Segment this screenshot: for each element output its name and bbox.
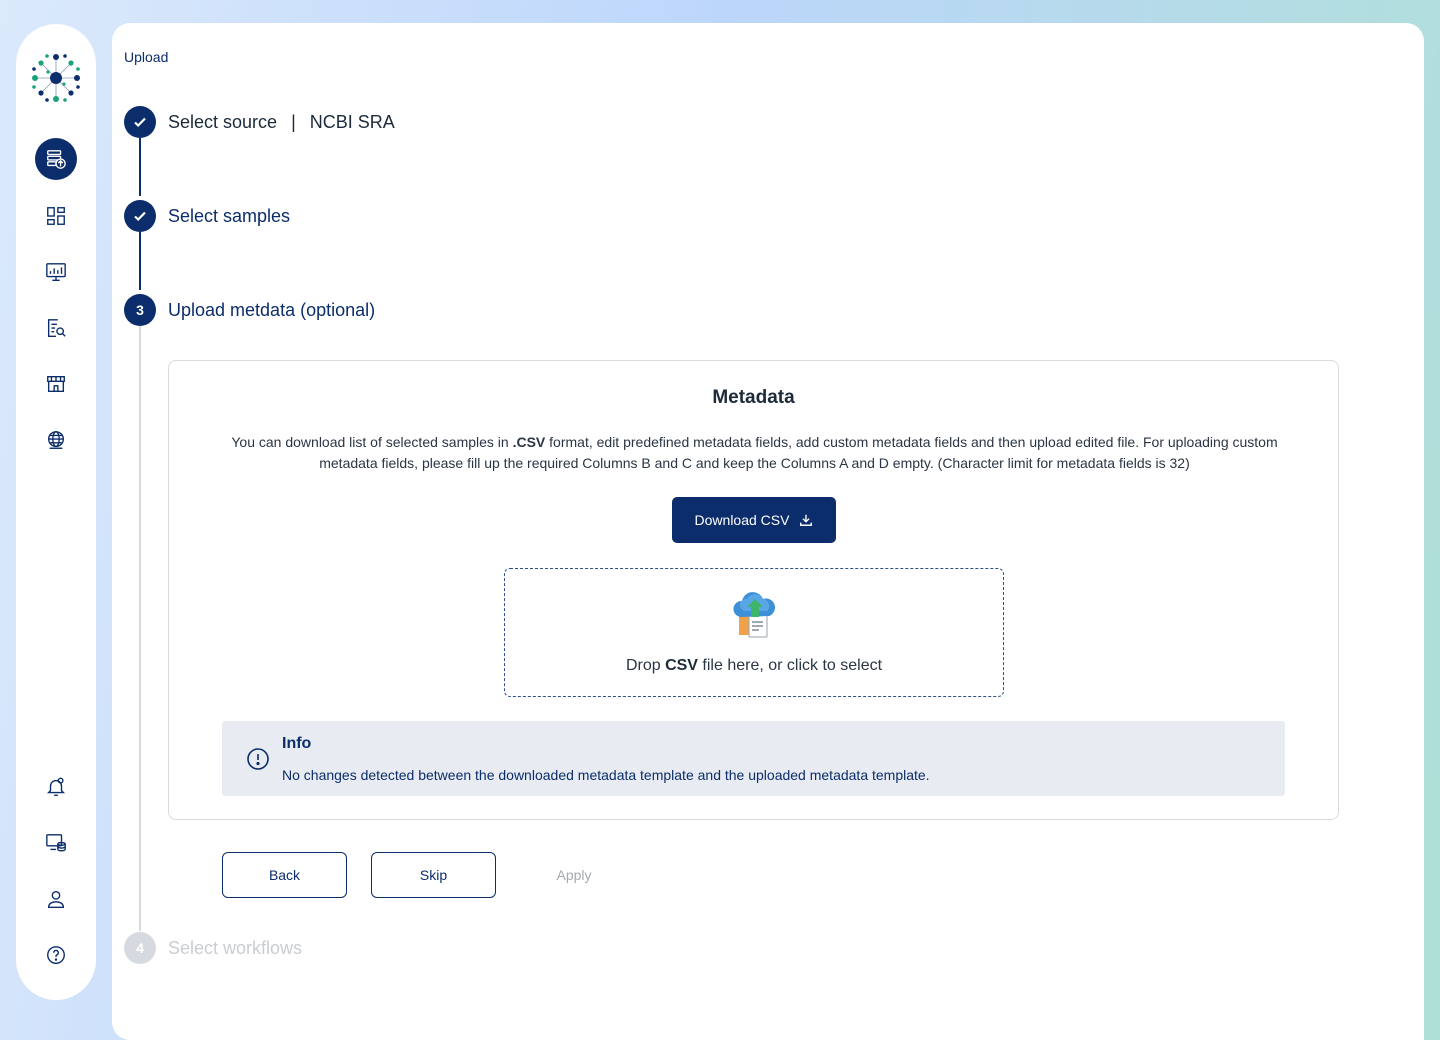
apply-button[interactable]: Apply [524,852,624,898]
metadata-card: Metadata You can download list of select… [168,360,1339,820]
check-icon [134,211,146,222]
nav-store[interactable] [35,363,77,405]
info-message: No changes detected between the download… [282,767,930,783]
step-title: Select source [168,111,278,132]
data-storage-icon [46,834,66,852]
upload-icon [47,150,66,169]
dropzone-text: Drop CSV file here, or click to select [625,657,883,674]
search-report-icon [47,319,66,337]
skip-button[interactable]: Skip [371,852,496,898]
back-button[interactable]: Back [222,852,347,898]
user-icon [47,890,65,908]
check-icon [134,117,146,128]
notification-bell-icon [47,777,65,796]
nav-globe[interactable] [35,419,77,461]
step-number-badge: 3 [124,294,156,326]
dashboard-icon [47,207,65,225]
step-select-samples[interactable]: Select samples [124,200,290,232]
step-title: Select samples [168,205,291,226]
metadata-title: Metadata [712,387,795,408]
csv-format-label: .CSV [512,434,546,450]
step-upload-metadata: 3 Upload metdata (optional) [124,294,375,326]
info-title: Info [282,735,312,752]
analytics-icon [46,263,66,281]
cloud-upload-icon [733,592,776,638]
metadata-description: You can download list of selected sample… [231,434,1278,471]
step-select-source[interactable]: Select source | NCBI SRA [124,106,395,138]
nav-user-profile[interactable] [35,878,77,920]
app-logo[interactable] [28,50,84,106]
step-title: Select workflows [168,937,303,958]
sidebar [16,24,96,1000]
step-completed-badge [124,200,156,232]
info-icon [247,748,269,770]
info-alert: Info No changes detected between the dow… [222,721,1285,796]
stepper-connector [139,232,141,290]
step-number-badge: 4 [124,932,156,964]
nav-analytics[interactable] [35,251,77,293]
download-csv-button[interactable]: Download CSV [672,497,836,543]
csv-dropzone[interactable]: Drop CSV file here, or click to select [504,568,1004,697]
main-panel: Upload Select source | NCBI SRA Select s… [112,23,1424,1040]
nav-upload[interactable] [35,138,77,180]
step-completed-badge [124,106,156,138]
download-csv-label: Download CSV [694,512,790,528]
store-icon [47,375,65,393]
stepper-connector [139,138,141,196]
nav-dashboard[interactable] [35,195,77,237]
nav-data-storage[interactable] [35,822,77,864]
nav-help[interactable] [35,934,77,976]
step-title: Upload metdata (optional) [168,299,376,320]
selected-source: NCBI SRA [309,111,395,132]
breadcrumb[interactable]: Upload [124,49,168,65]
help-icon [47,946,65,964]
stepper-connector [139,326,141,931]
download-icon [800,514,813,526]
globe-icon [47,431,65,449]
nav-search-reports[interactable] [35,307,77,349]
step-select-workflows: 4 Select workflows [124,932,302,964]
step-separator: | [291,111,296,132]
csv-format-label: CSV [665,657,698,674]
nav-notifications[interactable] [35,766,77,808]
